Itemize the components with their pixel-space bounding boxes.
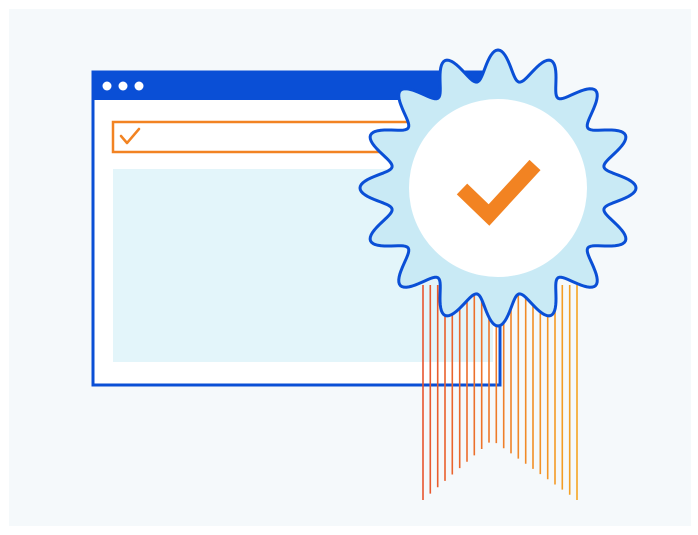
address-bar xyxy=(111,120,415,154)
badge-inner-circle xyxy=(409,99,587,277)
window-dot xyxy=(118,81,128,91)
window-dots xyxy=(102,81,144,91)
window-dot xyxy=(134,81,144,91)
verified-site-illustration xyxy=(91,48,638,500)
window-dot xyxy=(102,81,112,91)
verification-badge xyxy=(358,48,638,328)
